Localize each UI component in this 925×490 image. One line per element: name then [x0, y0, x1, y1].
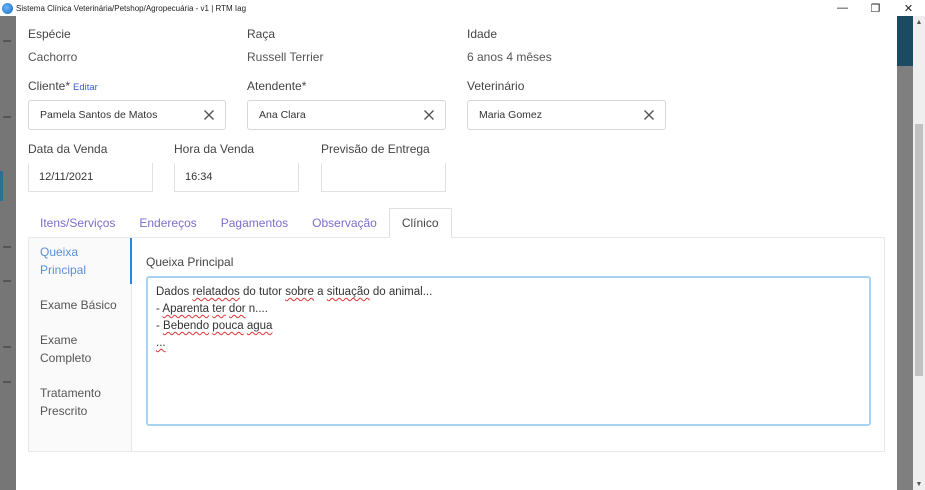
background-marker [3, 246, 11, 248]
modal-scrollbar[interactable]: ▲ ▼ [913, 16, 925, 490]
scroll-down-icon[interactable]: ▼ [913, 478, 925, 490]
app-icon [2, 2, 13, 14]
queixa-line: - Bebendo pouca agua [156, 320, 273, 332]
atendente-value: Ana Clara [259, 109, 306, 121]
cliente-label-text: Cliente* [28, 79, 71, 93]
veterinario-value: Maria Gomez [479, 109, 543, 121]
clear-icon[interactable] [421, 107, 437, 123]
idade-label: Idade [467, 27, 498, 41]
data-venda-input[interactable]: 12/11/2021 [28, 163, 153, 192]
atendente-select[interactable]: Ana Clara [247, 100, 446, 130]
background-header-bar [897, 16, 913, 66]
nav-queixa-principal[interactable]: Queixa Principal [40, 244, 120, 279]
tab-enderecos[interactable]: Endereços [127, 208, 208, 238]
previsao-entrega-label: Previsão de Entrega [321, 142, 430, 156]
raca-label: Raça [247, 27, 276, 41]
window-title: Sistema Clínica Veterinária/Petshop/Agro… [16, 3, 247, 13]
clear-icon[interactable] [641, 107, 657, 123]
scroll-up-icon[interactable]: ▲ [913, 16, 925, 28]
queixa-line: Dados relatados do tutor sobre a situaçã… [156, 286, 433, 298]
nav-exame-basico[interactable]: Exame Básico [40, 297, 128, 315]
cliente-label: Cliente* Editar [28, 79, 98, 93]
queixa-line: ... [156, 337, 166, 349]
atendente-label: Atendente* [247, 79, 307, 93]
cliente-select[interactable]: Pamela Santos de Matos [28, 100, 226, 130]
tab-pagamentos[interactable]: Pagamentos [209, 208, 300, 238]
veterinario-select[interactable]: Maria Gomez [467, 100, 666, 130]
nav-active-indicator [130, 238, 132, 284]
queixa-line: - Aparenta ter dor n.... [156, 303, 268, 315]
data-venda-label: Data da Venda [28, 142, 108, 156]
clinical-side-nav: Queixa Principal Exame Básico Exame Comp… [29, 238, 132, 451]
tab-clinico[interactable]: Clínico [388, 208, 452, 238]
minimize-button[interactable]: — [826, 0, 859, 16]
hora-venda-input[interactable]: 16:34 [174, 163, 299, 192]
previsao-entrega-input[interactable] [321, 163, 446, 192]
background-marker [3, 381, 11, 383]
window-controls: — ❐ ✕ [826, 0, 925, 16]
background-active-indicator [0, 171, 3, 201]
maximize-button[interactable]: ❐ [859, 0, 892, 16]
idade-value: 6 anos 4 mêses [467, 50, 552, 64]
edit-cliente-link[interactable]: Editar [73, 82, 98, 93]
tab-bar: Itens/Serviços Endereços Pagamentos Obse… [28, 208, 452, 238]
background-marker [3, 280, 11, 282]
queixa-principal-title: Queixa Principal [146, 255, 234, 269]
queixa-principal-textarea[interactable]: Dados relatados do tutor sobre a situaçã… [146, 276, 871, 426]
cliente-value: Pamela Santos de Matos [40, 109, 158, 121]
close-button[interactable]: ✕ [892, 0, 925, 16]
tab-itens-servicos[interactable]: Itens/Serviços [28, 208, 127, 238]
background-marker [3, 116, 11, 118]
scrollbar-thumb[interactable] [915, 124, 923, 376]
hora-venda-label: Hora da Venda [174, 142, 255, 156]
veterinario-label: Veterinário [467, 79, 525, 93]
nav-exame-completo[interactable]: Exame Completo [40, 332, 110, 367]
hora-venda-value: 16:34 [185, 171, 213, 183]
window-titlebar: Sistema Clínica Veterinária/Petshop/Agro… [0, 0, 925, 16]
raca-value: Russell Terrier [247, 50, 324, 64]
especie-value: Cachorro [28, 50, 78, 64]
tab-observacao[interactable]: Observação [300, 208, 389, 238]
background-sidebar [0, 16, 16, 490]
background-marker [3, 346, 11, 348]
clear-icon[interactable] [201, 107, 217, 123]
background-marker [3, 40, 11, 42]
nav-tratamento-prescrito[interactable]: Tratamento Prescrito [40, 385, 120, 420]
data-venda-value: 12/11/2021 [39, 171, 94, 183]
especie-label: Espécie [28, 27, 71, 41]
